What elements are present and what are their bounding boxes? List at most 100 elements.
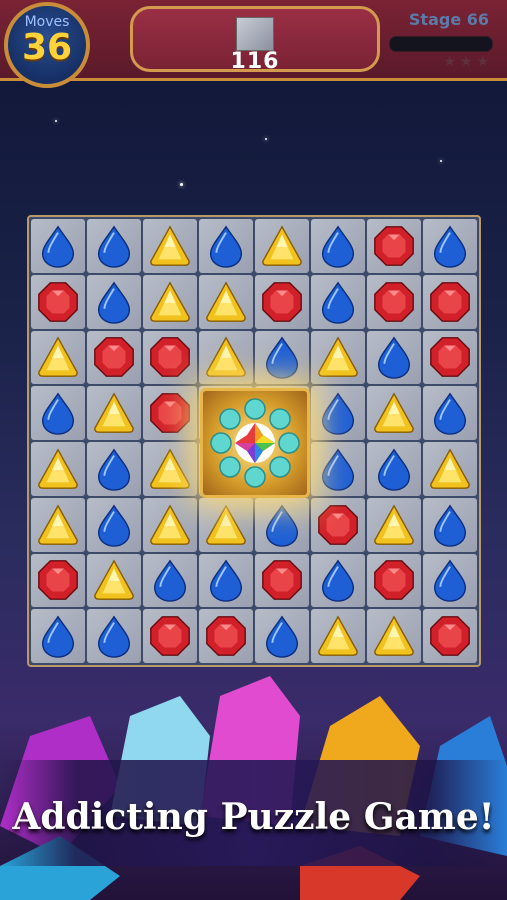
board-cell[interactable] bbox=[143, 553, 197, 608]
red-octagon-gem-icon bbox=[150, 393, 190, 434]
board-cell[interactable] bbox=[199, 609, 253, 663]
board-cell[interactable] bbox=[255, 553, 309, 608]
red-octagon-gem-icon bbox=[430, 281, 470, 322]
red-octagon-gem-icon bbox=[94, 337, 134, 378]
board-cell[interactable] bbox=[311, 274, 365, 329]
board-cell[interactable] bbox=[87, 330, 141, 385]
board-cell[interactable] bbox=[143, 609, 197, 663]
promo-banner-text: Addicting Puzzle Game! bbox=[12, 796, 495, 838]
board-cell[interactable] bbox=[423, 274, 477, 329]
blue-drop-gem-icon bbox=[209, 559, 243, 603]
board-cell[interactable] bbox=[199, 497, 253, 552]
background-star bbox=[55, 120, 57, 122]
yellow-triangle-gem-icon bbox=[38, 503, 78, 545]
yellow-triangle-gem-icon bbox=[318, 615, 358, 657]
special-rainbow-gem[interactable] bbox=[200, 388, 310, 498]
board-cell[interactable] bbox=[31, 330, 85, 385]
board-cell[interactable] bbox=[143, 442, 197, 496]
board-cell[interactable] bbox=[87, 553, 141, 608]
board-cell[interactable] bbox=[87, 497, 141, 552]
board-cell[interactable] bbox=[367, 553, 421, 608]
board-cell[interactable] bbox=[311, 553, 365, 608]
board-cell[interactable] bbox=[31, 274, 85, 329]
board-cell[interactable] bbox=[311, 219, 365, 273]
red-octagon-gem-icon bbox=[430, 337, 470, 378]
blue-drop-gem-icon bbox=[265, 615, 299, 658]
red-octagon-gem-icon bbox=[150, 337, 190, 378]
moves-value: 36 bbox=[21, 27, 73, 68]
blue-drop-gem-icon bbox=[97, 448, 131, 491]
board-cell[interactable] bbox=[423, 386, 477, 440]
yellow-triangle-gem-icon bbox=[374, 392, 414, 434]
red-octagon-gem-icon bbox=[318, 504, 358, 545]
board-cell[interactable] bbox=[199, 553, 253, 608]
yellow-triangle-gem-icon bbox=[150, 280, 190, 322]
board-cell[interactable] bbox=[367, 442, 421, 496]
yellow-triangle-gem-icon bbox=[374, 615, 414, 657]
board-cell[interactable] bbox=[367, 609, 421, 663]
board-cell[interactable] bbox=[367, 330, 421, 385]
stage-label: Stage 66 bbox=[408, 10, 489, 29]
blue-drop-gem-icon bbox=[433, 225, 467, 268]
blue-drop-gem-icon bbox=[97, 225, 131, 268]
yellow-triangle-gem-icon bbox=[318, 336, 358, 378]
board-cell[interactable] bbox=[143, 330, 197, 385]
board-cell[interactable] bbox=[199, 330, 253, 385]
score-progress-bar bbox=[389, 36, 493, 52]
board-cell[interactable] bbox=[143, 386, 197, 440]
board-cell[interactable] bbox=[143, 497, 197, 552]
board-cell[interactable] bbox=[311, 442, 365, 496]
board-cell[interactable] bbox=[31, 553, 85, 608]
board-cell[interactable] bbox=[31, 219, 85, 273]
board-cell[interactable] bbox=[255, 609, 309, 663]
board-cell[interactable] bbox=[87, 609, 141, 663]
yellow-triangle-gem-icon bbox=[38, 448, 78, 489]
board-cell[interactable] bbox=[87, 442, 141, 496]
board-cell[interactable] bbox=[255, 274, 309, 329]
yellow-triangle-gem-icon bbox=[150, 448, 190, 489]
board-cell[interactable] bbox=[199, 219, 253, 273]
board-cell[interactable] bbox=[87, 219, 141, 273]
board-cell[interactable] bbox=[87, 386, 141, 440]
board-cell[interactable] bbox=[143, 274, 197, 329]
board-cell[interactable] bbox=[367, 219, 421, 273]
board-cell[interactable] bbox=[423, 330, 477, 385]
blue-drop-gem-icon bbox=[97, 615, 131, 658]
yellow-triangle-gem-icon bbox=[206, 503, 246, 545]
board-cell[interactable] bbox=[31, 497, 85, 552]
yellow-triangle-gem-icon bbox=[430, 448, 470, 489]
blue-drop-gem-icon bbox=[97, 281, 131, 324]
board-cell[interactable] bbox=[143, 219, 197, 273]
blue-drop-gem-icon bbox=[377, 448, 411, 491]
board-cell[interactable] bbox=[311, 497, 365, 552]
board-cell[interactable] bbox=[367, 386, 421, 440]
red-octagon-gem-icon bbox=[38, 281, 78, 322]
board-cell[interactable] bbox=[367, 497, 421, 552]
board-cell[interactable] bbox=[255, 497, 309, 552]
board-cell[interactable] bbox=[423, 219, 477, 273]
board-cell[interactable] bbox=[31, 386, 85, 440]
red-octagon-gem-icon bbox=[374, 560, 414, 601]
board-cell[interactable] bbox=[199, 274, 253, 329]
board-cell[interactable] bbox=[31, 609, 85, 663]
board-cell[interactable] bbox=[31, 442, 85, 496]
blue-drop-gem-icon bbox=[321, 281, 355, 324]
board-cell[interactable] bbox=[423, 553, 477, 608]
board-cell[interactable] bbox=[311, 386, 365, 440]
board-cell[interactable] bbox=[255, 330, 309, 385]
blue-drop-gem-icon bbox=[97, 504, 131, 547]
board-cell[interactable] bbox=[311, 330, 365, 385]
yellow-triangle-gem-icon bbox=[150, 225, 190, 266]
red-octagon-gem-icon bbox=[374, 281, 414, 322]
yellow-triangle-gem-icon bbox=[206, 336, 246, 378]
board-cell[interactable] bbox=[367, 274, 421, 329]
board-cell[interactable] bbox=[255, 219, 309, 273]
board-cell[interactable] bbox=[423, 609, 477, 663]
red-octagon-gem-icon bbox=[262, 560, 302, 601]
board-cell[interactable] bbox=[423, 497, 477, 552]
board-cell[interactable] bbox=[311, 609, 365, 663]
board-cell[interactable] bbox=[423, 442, 477, 496]
rainbow-gem-icon bbox=[210, 398, 300, 488]
yellow-triangle-gem-icon bbox=[94, 392, 134, 434]
board-cell[interactable] bbox=[87, 274, 141, 329]
